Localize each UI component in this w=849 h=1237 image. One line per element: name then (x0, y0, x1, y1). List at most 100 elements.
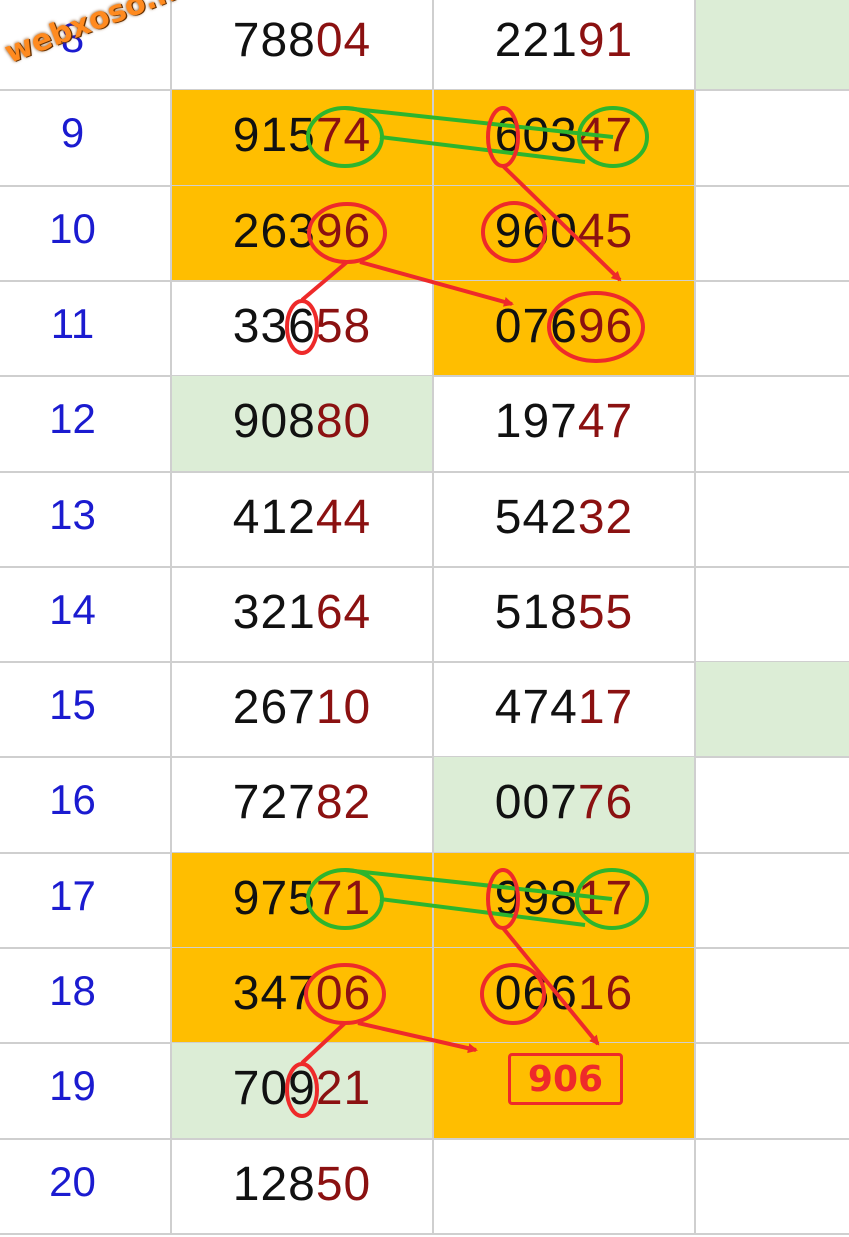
row-divider (0, 1232, 849, 1235)
result-cell-a: 78804 (172, 0, 434, 90)
result-number: 47417 (434, 662, 694, 757)
number-last-two-digits: 10 (315, 681, 372, 735)
extra-cell (696, 0, 849, 90)
result-cell-b: 96045 (434, 185, 696, 281)
day-number: 17 (49, 871, 96, 919)
day-cell: 9 (0, 90, 172, 186)
result-number: 00776 (434, 757, 694, 852)
day-number: 12 (49, 395, 96, 443)
number-leading-digits: 709 (232, 1062, 316, 1116)
number-last-two-digits: 96 (577, 299, 634, 353)
day-cell: 17 (0, 852, 172, 948)
number-last-two-digits: 80 (315, 395, 372, 449)
table-row: 11 33658 07696 (0, 280, 849, 376)
result-number: 91574 (172, 90, 432, 185)
number-leading-digits: 788 (232, 14, 316, 67)
result-cell-b: 22191 (434, 0, 696, 90)
number-last-two-digits: 50 (315, 1157, 372, 1211)
number-leading-digits: 727 (232, 776, 316, 830)
number-last-two-digits: 17 (577, 681, 634, 735)
extra-cell (696, 186, 849, 281)
result-cell-a: 97571 (172, 852, 434, 948)
result-number: 72782 (172, 757, 432, 852)
day-cell: 12 (0, 376, 172, 472)
day-number: 20 (49, 1157, 96, 1205)
result-number: 70921 (172, 1043, 432, 1138)
day-number: 15 (49, 681, 96, 729)
table-row: 18 34706 06616 (0, 948, 849, 1043)
extra-cell (696, 662, 849, 758)
day-number: 18 (49, 967, 96, 1014)
number-leading-digits: 998 (494, 871, 578, 925)
number-leading-digits: 336 (232, 299, 316, 353)
extra-cell (696, 376, 849, 471)
number-leading-digits: 066 (494, 967, 578, 1020)
day-number: 14 (49, 585, 96, 633)
day-cell: 13 (0, 471, 172, 567)
table-row: 20 12850 (0, 1138, 849, 1234)
day-number: 10 (49, 204, 96, 252)
result-cell-a: 26396 (172, 185, 434, 281)
number-last-two-digits: 82 (315, 776, 372, 830)
result-cell-a: 90880 (172, 376, 434, 472)
result-number: 54232 (434, 472, 694, 567)
result-cell-a: 26710 (172, 662, 434, 758)
number-last-two-digits: 64 (315, 585, 372, 639)
result-number: 12850 (172, 1139, 432, 1234)
number-leading-digits: 975 (232, 871, 316, 925)
number-last-two-digits: 96 (315, 204, 372, 258)
result-number: 32164 (172, 567, 432, 662)
result-number: 19747 (434, 376, 694, 471)
result-cell-b: 51855 (434, 566, 696, 662)
number-leading-digits: 267 (232, 681, 316, 735)
result-cell-a: 72782 (172, 757, 434, 853)
extra-cell (696, 567, 849, 662)
prediction-badge: 906 (508, 1053, 623, 1105)
result-number (434, 1139, 694, 1234)
result-number: 99817 (434, 853, 694, 948)
extra-cell (696, 853, 849, 948)
result-number: 26396 (172, 186, 432, 281)
number-leading-digits: 347 (232, 967, 316, 1020)
extra-cell (696, 90, 849, 185)
result-cell-a: 33658 (172, 280, 434, 376)
number-last-two-digits: 76 (577, 776, 634, 830)
number-last-two-digits: 16 (577, 967, 634, 1020)
result-cell-b: 54232 (434, 471, 696, 567)
number-last-two-digits: 21 (315, 1062, 372, 1116)
extra-cell (696, 1139, 849, 1234)
table-row: 9 91574 60347 (0, 90, 849, 186)
result-cell-b: 47417 (434, 662, 696, 758)
number-leading-digits: 603 (494, 109, 578, 163)
table-row: 17 97571 99817 (0, 852, 849, 948)
table-row: 14 32164 51855 (0, 566, 849, 662)
number-last-two-digits: 44 (315, 490, 372, 544)
result-number: 26710 (172, 662, 432, 757)
result-number: 51855 (434, 567, 694, 662)
result-number: 07696 (434, 281, 694, 376)
result-number: 34706 (172, 948, 432, 1043)
number-last-two-digits: 32 (577, 490, 634, 544)
result-number: 06616 (434, 948, 694, 1043)
number-leading-digits: 412 (232, 490, 316, 544)
result-number: 41244 (172, 472, 432, 567)
day-number: 11 (50, 299, 95, 347)
table-row: 19 70921 (0, 1043, 849, 1139)
result-cell-b (434, 1138, 696, 1234)
day-number: 16 (49, 776, 96, 824)
day-cell: 18 (0, 948, 172, 1043)
result-number: 33658 (172, 281, 432, 376)
number-last-two-digits: 74 (315, 109, 372, 163)
number-leading-digits: 221 (494, 14, 578, 67)
number-last-two-digits: 91 (577, 14, 634, 67)
result-cell-b: 06616 (434, 948, 696, 1043)
number-leading-digits: 542 (494, 490, 578, 544)
result-number: 22191 (434, 0, 694, 90)
result-number: 90880 (172, 376, 432, 471)
table-row: 10 26396 96045 (0, 185, 849, 281)
extra-cell (696, 472, 849, 567)
number-leading-digits: 197 (494, 395, 578, 449)
number-last-two-digits: 58 (315, 299, 372, 353)
day-cell: 16 (0, 757, 172, 853)
result-cell-b: 00776 (434, 757, 696, 853)
